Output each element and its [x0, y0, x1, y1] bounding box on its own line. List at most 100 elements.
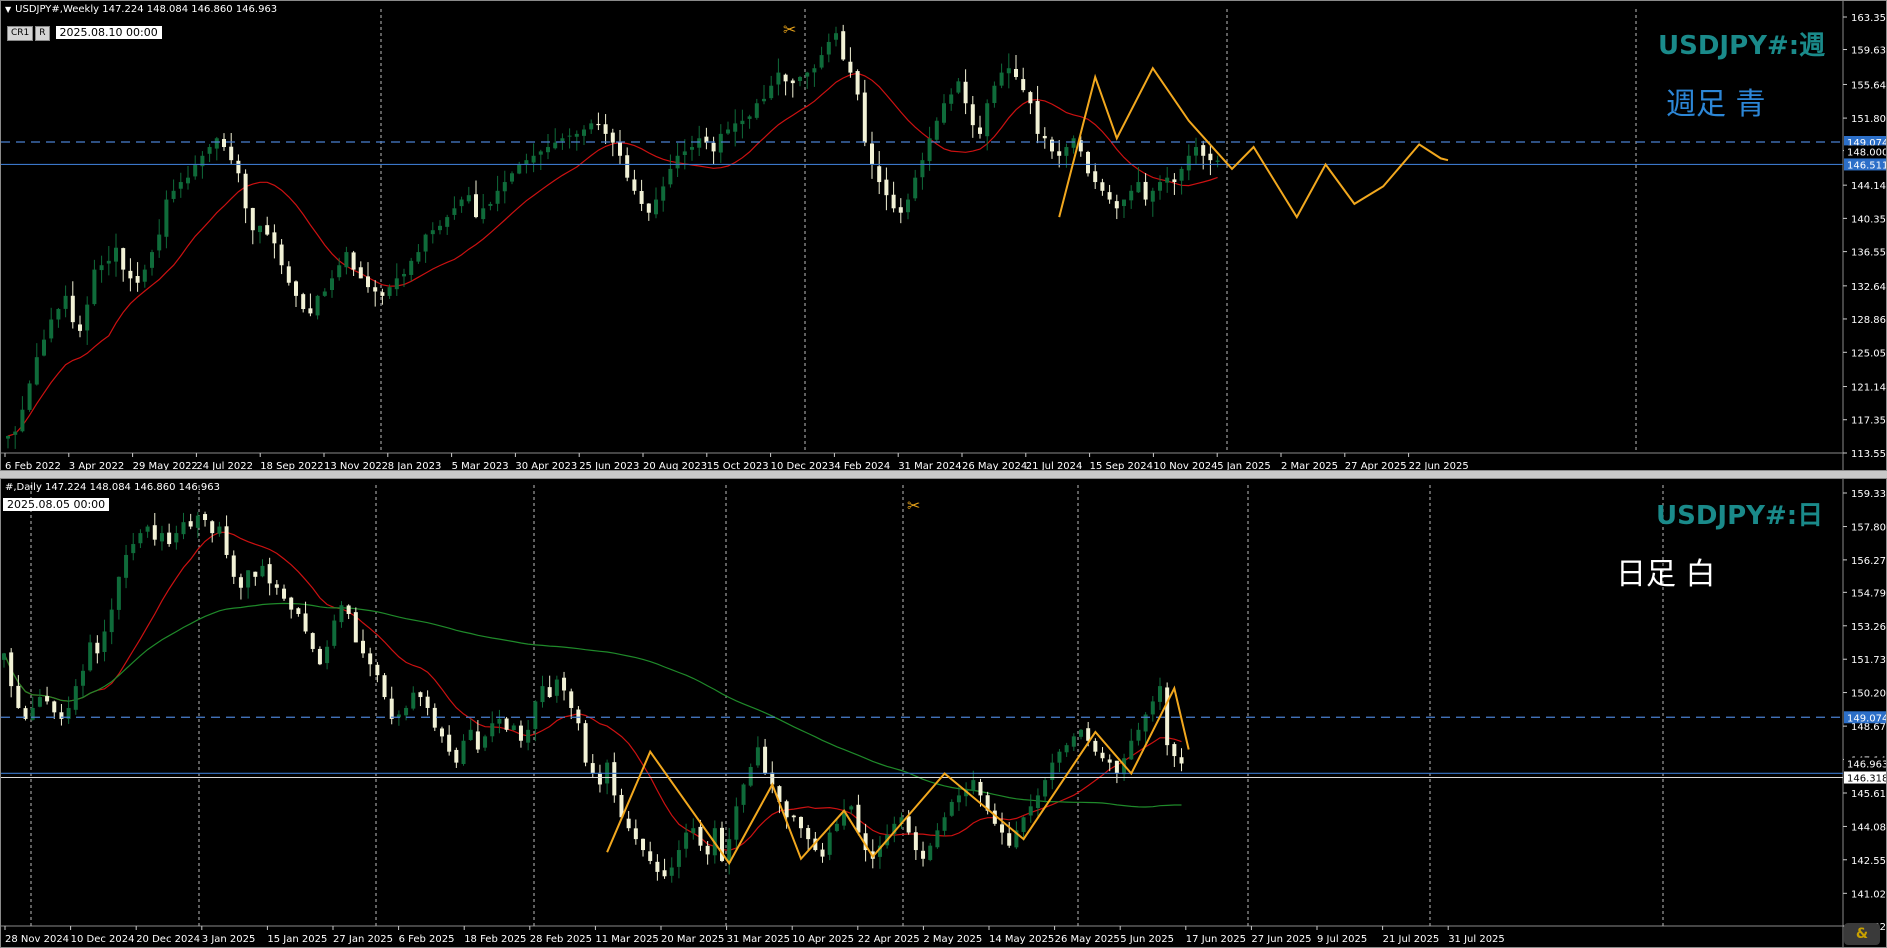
candle-body: [99, 265, 104, 271]
candle-body: [690, 147, 694, 150]
candle-body: [402, 273, 406, 277]
candle-body: [30, 707, 35, 720]
r-button[interactable]: R: [35, 26, 50, 41]
candle-body: [34, 357, 39, 385]
candle-body: [526, 729, 531, 743]
candle-body: [877, 166, 882, 183]
candle-body: [474, 194, 478, 218]
candle-body: [641, 838, 646, 851]
candle-body: [59, 712, 64, 719]
daily-chart-pane[interactable]: 159.335 157.800 156.275 154.790 153.260 151.7…: [0, 478, 1887, 948]
candle-body: [1172, 744, 1177, 757]
candle-body: [102, 631, 107, 652]
time-tick-label: 29 May 2022: [133, 461, 198, 470]
time-tick-label: 10 Nov 2024: [1153, 461, 1217, 470]
candle-body: [1057, 151, 1062, 156]
daily-chart-canvas[interactable]: 159.335 157.800 156.275 154.790 153.260 151.7…: [1, 479, 1886, 947]
candle-body: [569, 691, 574, 708]
candle-body: [142, 269, 147, 282]
candle-body: [49, 319, 54, 339]
candle-body: [1064, 745, 1069, 753]
candle-body: [85, 304, 90, 331]
candle-body: [920, 160, 925, 178]
time-tick-label: 15 Sep 2024: [1090, 461, 1153, 470]
candle-body: [1100, 752, 1105, 759]
candle-body: [387, 287, 392, 296]
candle-body: [698, 826, 703, 846]
candle-body: [1114, 760, 1119, 774]
candle-body: [361, 640, 365, 654]
price-tag-label: 148.000: [1847, 147, 1886, 158]
time-tick-label: 20 Aug 2023: [643, 461, 707, 470]
price-tick-label: 151.730: [1851, 655, 1886, 666]
candle-body: [229, 146, 234, 161]
candle-body: [517, 164, 522, 174]
time-tick-label: 5 Jan 2025: [1217, 461, 1271, 470]
candle-body: [483, 736, 488, 748]
candle-body: [260, 565, 265, 577]
candle-body: [538, 151, 543, 155]
candle-body: [42, 339, 46, 356]
candle-body: [1136, 729, 1141, 741]
candle-body: [1028, 806, 1033, 816]
collapse-triangle-icon[interactable]: ▼: [5, 5, 11, 14]
time-tick-label: 27 Apr 2025: [1345, 461, 1407, 470]
candle-body: [684, 832, 689, 849]
candle-body: [856, 804, 861, 833]
candle-body: [150, 252, 154, 268]
price-tick-label: 153.260: [1851, 622, 1886, 633]
weekly-chart-canvas[interactable]: 163.350159.635155.645151.805148.095144.1…: [1, 1, 1886, 470]
candle-body: [73, 686, 78, 710]
candle-body: [274, 584, 279, 588]
candle-body: [1000, 824, 1005, 833]
candle-body: [763, 746, 768, 774]
time-tick-label: 14 May 2025: [989, 934, 1054, 945]
candle-body: [848, 61, 853, 73]
time-tick-label: 11 Mar 2025: [595, 934, 658, 945]
candle-body: [495, 190, 500, 204]
time-tick-label: 2 Mar 2025: [1281, 461, 1338, 470]
cr1-button[interactable]: CR1: [7, 26, 34, 41]
candle-body: [747, 116, 752, 119]
price-tick-label: 132.645: [1851, 282, 1886, 293]
candle-body: [1071, 138, 1076, 148]
candle-body: [626, 818, 631, 829]
weekly-chart-pane[interactable]: 163.350159.635155.645151.805148.095144.1…: [0, 0, 1887, 471]
candle-body: [1086, 151, 1090, 174]
candle-body: [518, 725, 523, 741]
daily-symbol-label: USDJPY#:日: [1656, 501, 1824, 531]
candle-body: [691, 828, 696, 834]
price-tick-label: 154.790: [1851, 588, 1886, 599]
candle-body: [574, 133, 579, 137]
candle-body: [430, 230, 435, 235]
candle-body: [1064, 147, 1069, 156]
candle-body: [121, 248, 126, 270]
candle-body: [124, 554, 129, 578]
candle-body: [884, 179, 889, 196]
candle-body: [1165, 177, 1170, 183]
candle-body: [45, 696, 50, 702]
candle-body: [116, 576, 121, 610]
time-tick-label: 15 Jan 2025: [267, 934, 327, 945]
candle-body: [497, 718, 502, 724]
candle-body: [1201, 145, 1206, 156]
candle-body: [171, 190, 176, 199]
time-tick-label: 9 Jul 2025: [1317, 934, 1367, 945]
candle-body: [625, 155, 630, 178]
time-tick-label: 5 Jun 2025: [1120, 934, 1174, 945]
candle-body: [992, 85, 997, 104]
candle-body: [490, 723, 495, 737]
candle-body: [128, 270, 133, 279]
candle-body: [52, 701, 57, 713]
candle-body: [222, 139, 226, 148]
candle-body: [834, 823, 839, 831]
price-tick-label: 125.055: [1851, 348, 1886, 359]
candle-body: [547, 687, 552, 698]
candle-body: [812, 68, 817, 73]
candle-body: [540, 686, 545, 703]
candle-body: [282, 588, 287, 599]
weekly-header-text: USDJPY#,Weekly 147.224 148.084 146.860 1…: [15, 4, 278, 15]
candle-body: [791, 815, 796, 818]
candle-body: [411, 692, 416, 709]
candle-body: [1014, 69, 1018, 77]
